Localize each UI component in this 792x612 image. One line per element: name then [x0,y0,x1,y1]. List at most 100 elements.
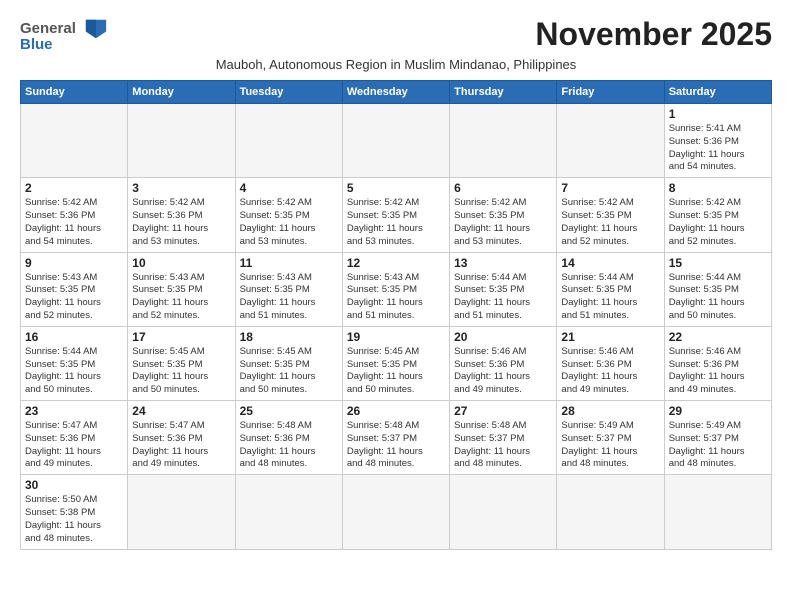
day-info: Sunrise: 5:43 AM Sunset: 5:35 PM Dayligh… [132,272,230,323]
calendar-cell: 26 Sunrise: 5:48 AM Sunset: 5:37 PM Dayli… [342,401,449,475]
month-title: November 2025 [535,16,772,53]
logo-blue-text: Blue [20,36,53,53]
day-number: 16 [25,330,123,344]
day-number: 19 [347,330,445,344]
day-number: 26 [347,404,445,418]
day-number: 10 [132,256,230,270]
day-number: 28 [561,404,659,418]
calendar-cell [128,475,235,549]
day-number: 7 [561,181,659,195]
calendar-cell: 17 Sunrise: 5:45 AM Sunset: 5:35 PM Dayli… [128,326,235,400]
weekday-header-saturday: Saturday [664,81,771,104]
weekday-header-friday: Friday [557,81,664,104]
day-info: Sunrise: 5:42 AM Sunset: 5:35 PM Dayligh… [561,197,659,248]
day-number: 20 [454,330,552,344]
weekday-header-monday: Monday [128,81,235,104]
day-info: Sunrise: 5:42 AM Sunset: 5:36 PM Dayligh… [25,197,123,248]
day-info: Sunrise: 5:45 AM Sunset: 5:35 PM Dayligh… [347,346,445,397]
day-number: 24 [132,404,230,418]
calendar-table: SundayMondayTuesdayWednesdayThursdayFrid… [20,80,772,550]
day-info: Sunrise: 5:44 AM Sunset: 5:35 PM Dayligh… [561,272,659,323]
day-number: 17 [132,330,230,344]
day-info: Sunrise: 5:46 AM Sunset: 5:36 PM Dayligh… [454,346,552,397]
weekday-header-thursday: Thursday [450,81,557,104]
calendar-cell [342,104,449,178]
calendar-cell [21,104,128,178]
calendar-cell: 3Sunrise: 5:42 AM Sunset: 5:36 PM Daylig… [128,178,235,252]
calendar-cell: 14 Sunrise: 5:44 AM Sunset: 5:35 PM Dayli… [557,252,664,326]
calendar-cell [557,104,664,178]
calendar-cell: 23Sunrise: 5:47 AM Sunset: 5:36 PM Dayli… [21,401,128,475]
calendar-cell: 6 Sunrise: 5:42 AM Sunset: 5:35 PM Daylig… [450,178,557,252]
day-info: Sunrise: 5:45 AM Sunset: 5:35 PM Dayligh… [132,346,230,397]
calendar-cell: 2 Sunrise: 5:42 AM Sunset: 5:36 PM Daylig… [21,178,128,252]
day-info: Sunrise: 5:48 AM Sunset: 5:36 PM Dayligh… [240,420,338,471]
day-info: Sunrise: 5:44 AM Sunset: 5:35 PM Dayligh… [669,272,767,323]
day-info: Sunrise: 5:42 AM Sunset: 5:36 PM Dayligh… [132,197,230,248]
day-info: Sunrise: 5:49 AM Sunset: 5:37 PM Dayligh… [561,420,659,471]
calendar-cell: 8 Sunrise: 5:42 AM Sunset: 5:35 PM Daylig… [664,178,771,252]
calendar-cell: 24 Sunrise: 5:47 AM Sunset: 5:36 PM Dayli… [128,401,235,475]
day-number: 12 [347,256,445,270]
calendar-cell: 27 Sunrise: 5:48 AM Sunset: 5:37 PM Dayli… [450,401,557,475]
calendar-cell: 20 Sunrise: 5:46 AM Sunset: 5:36 PM Dayli… [450,326,557,400]
day-info: Sunrise: 5:44 AM Sunset: 5:35 PM Dayligh… [25,346,123,397]
day-number: 18 [240,330,338,344]
day-number: 30 [25,478,123,492]
calendar-cell: 9Sunrise: 5:43 AM Sunset: 5:35 PM Daylig… [21,252,128,326]
day-info: Sunrise: 5:45 AM Sunset: 5:35 PM Dayligh… [240,346,338,397]
day-info: Sunrise: 5:48 AM Sunset: 5:37 PM Dayligh… [347,420,445,471]
day-info: Sunrise: 5:42 AM Sunset: 5:35 PM Dayligh… [240,197,338,248]
day-number: 15 [669,256,767,270]
calendar-cell: 1 Sunrise: 5:41 AM Sunset: 5:36 PM Daylig… [664,104,771,178]
calendar-cell [342,475,449,549]
calendar-cell: 28 Sunrise: 5:49 AM Sunset: 5:37 PM Dayli… [557,401,664,475]
calendar-cell: 19 Sunrise: 5:45 AM Sunset: 5:35 PM Dayli… [342,326,449,400]
day-info: Sunrise: 5:47 AM Sunset: 5:36 PM Dayligh… [132,420,230,471]
day-number: 2 [25,181,123,195]
calendar-cell: 13 Sunrise: 5:44 AM Sunset: 5:35 PM Dayli… [450,252,557,326]
day-number: 1 [669,107,767,121]
day-number: 8 [669,181,767,195]
calendar-cell [557,475,664,549]
day-info: Sunrise: 5:42 AM Sunset: 5:35 PM Dayligh… [454,197,552,248]
day-info: Sunrise: 5:46 AM Sunset: 5:36 PM Dayligh… [561,346,659,397]
day-info: Sunrise: 5:42 AM Sunset: 5:35 PM Dayligh… [347,197,445,248]
calendar-cell [450,475,557,549]
calendar-cell [450,104,557,178]
calendar-cell: 12 Sunrise: 5:43 AM Sunset: 5:35 PM Dayli… [342,252,449,326]
day-number: 4 [240,181,338,195]
day-info: Sunrise: 5:43 AM Sunset: 5:35 PM Dayligh… [347,272,445,323]
day-info: Sunrise: 5:44 AM Sunset: 5:35 PM Dayligh… [454,272,552,323]
day-number: 21 [561,330,659,344]
calendar-cell: 22Sunrise: 5:46 AM Sunset: 5:36 PM Dayli… [664,326,771,400]
weekday-header-tuesday: Tuesday [235,81,342,104]
day-number: 6 [454,181,552,195]
calendar-cell: 30 Sunrise: 5:50 AM Sunset: 5:38 PM Dayli… [21,475,128,549]
day-info: Sunrise: 5:43 AM Sunset: 5:35 PM Dayligh… [25,272,123,323]
calendar-cell: 15 Sunrise: 5:44 AM Sunset: 5:35 PM Dayli… [664,252,771,326]
calendar-cell [128,104,235,178]
calendar-cell: 25Sunrise: 5:48 AM Sunset: 5:36 PM Dayli… [235,401,342,475]
calendar-cell: 21 Sunrise: 5:46 AM Sunset: 5:36 PM Dayli… [557,326,664,400]
day-info: Sunrise: 5:43 AM Sunset: 5:35 PM Dayligh… [240,272,338,323]
calendar-cell: 10 Sunrise: 5:43 AM Sunset: 5:35 PM Dayli… [128,252,235,326]
day-info: Sunrise: 5:42 AM Sunset: 5:35 PM Dayligh… [669,197,767,248]
day-info: Sunrise: 5:49 AM Sunset: 5:37 PM Dayligh… [669,420,767,471]
day-info: Sunrise: 5:50 AM Sunset: 5:38 PM Dayligh… [25,494,123,545]
calendar-cell [235,475,342,549]
day-number: 11 [240,256,338,270]
day-number: 27 [454,404,552,418]
day-info: Sunrise: 5:46 AM Sunset: 5:36 PM Dayligh… [669,346,767,397]
day-info: Sunrise: 5:48 AM Sunset: 5:37 PM Dayligh… [454,420,552,471]
weekday-header-sunday: Sunday [21,81,128,104]
logo: General Blue [20,16,114,53]
weekday-header-wednesday: Wednesday [342,81,449,104]
calendar-cell: 11 Sunrise: 5:43 AM Sunset: 5:35 PM Dayli… [235,252,342,326]
day-info: Sunrise: 5:41 AM Sunset: 5:36 PM Dayligh… [669,123,767,174]
day-number: 29 [669,404,767,418]
calendar-cell: 18 Sunrise: 5:45 AM Sunset: 5:35 PM Dayli… [235,326,342,400]
day-number: 14 [561,256,659,270]
logo-general: General [20,20,76,37]
day-number: 13 [454,256,552,270]
